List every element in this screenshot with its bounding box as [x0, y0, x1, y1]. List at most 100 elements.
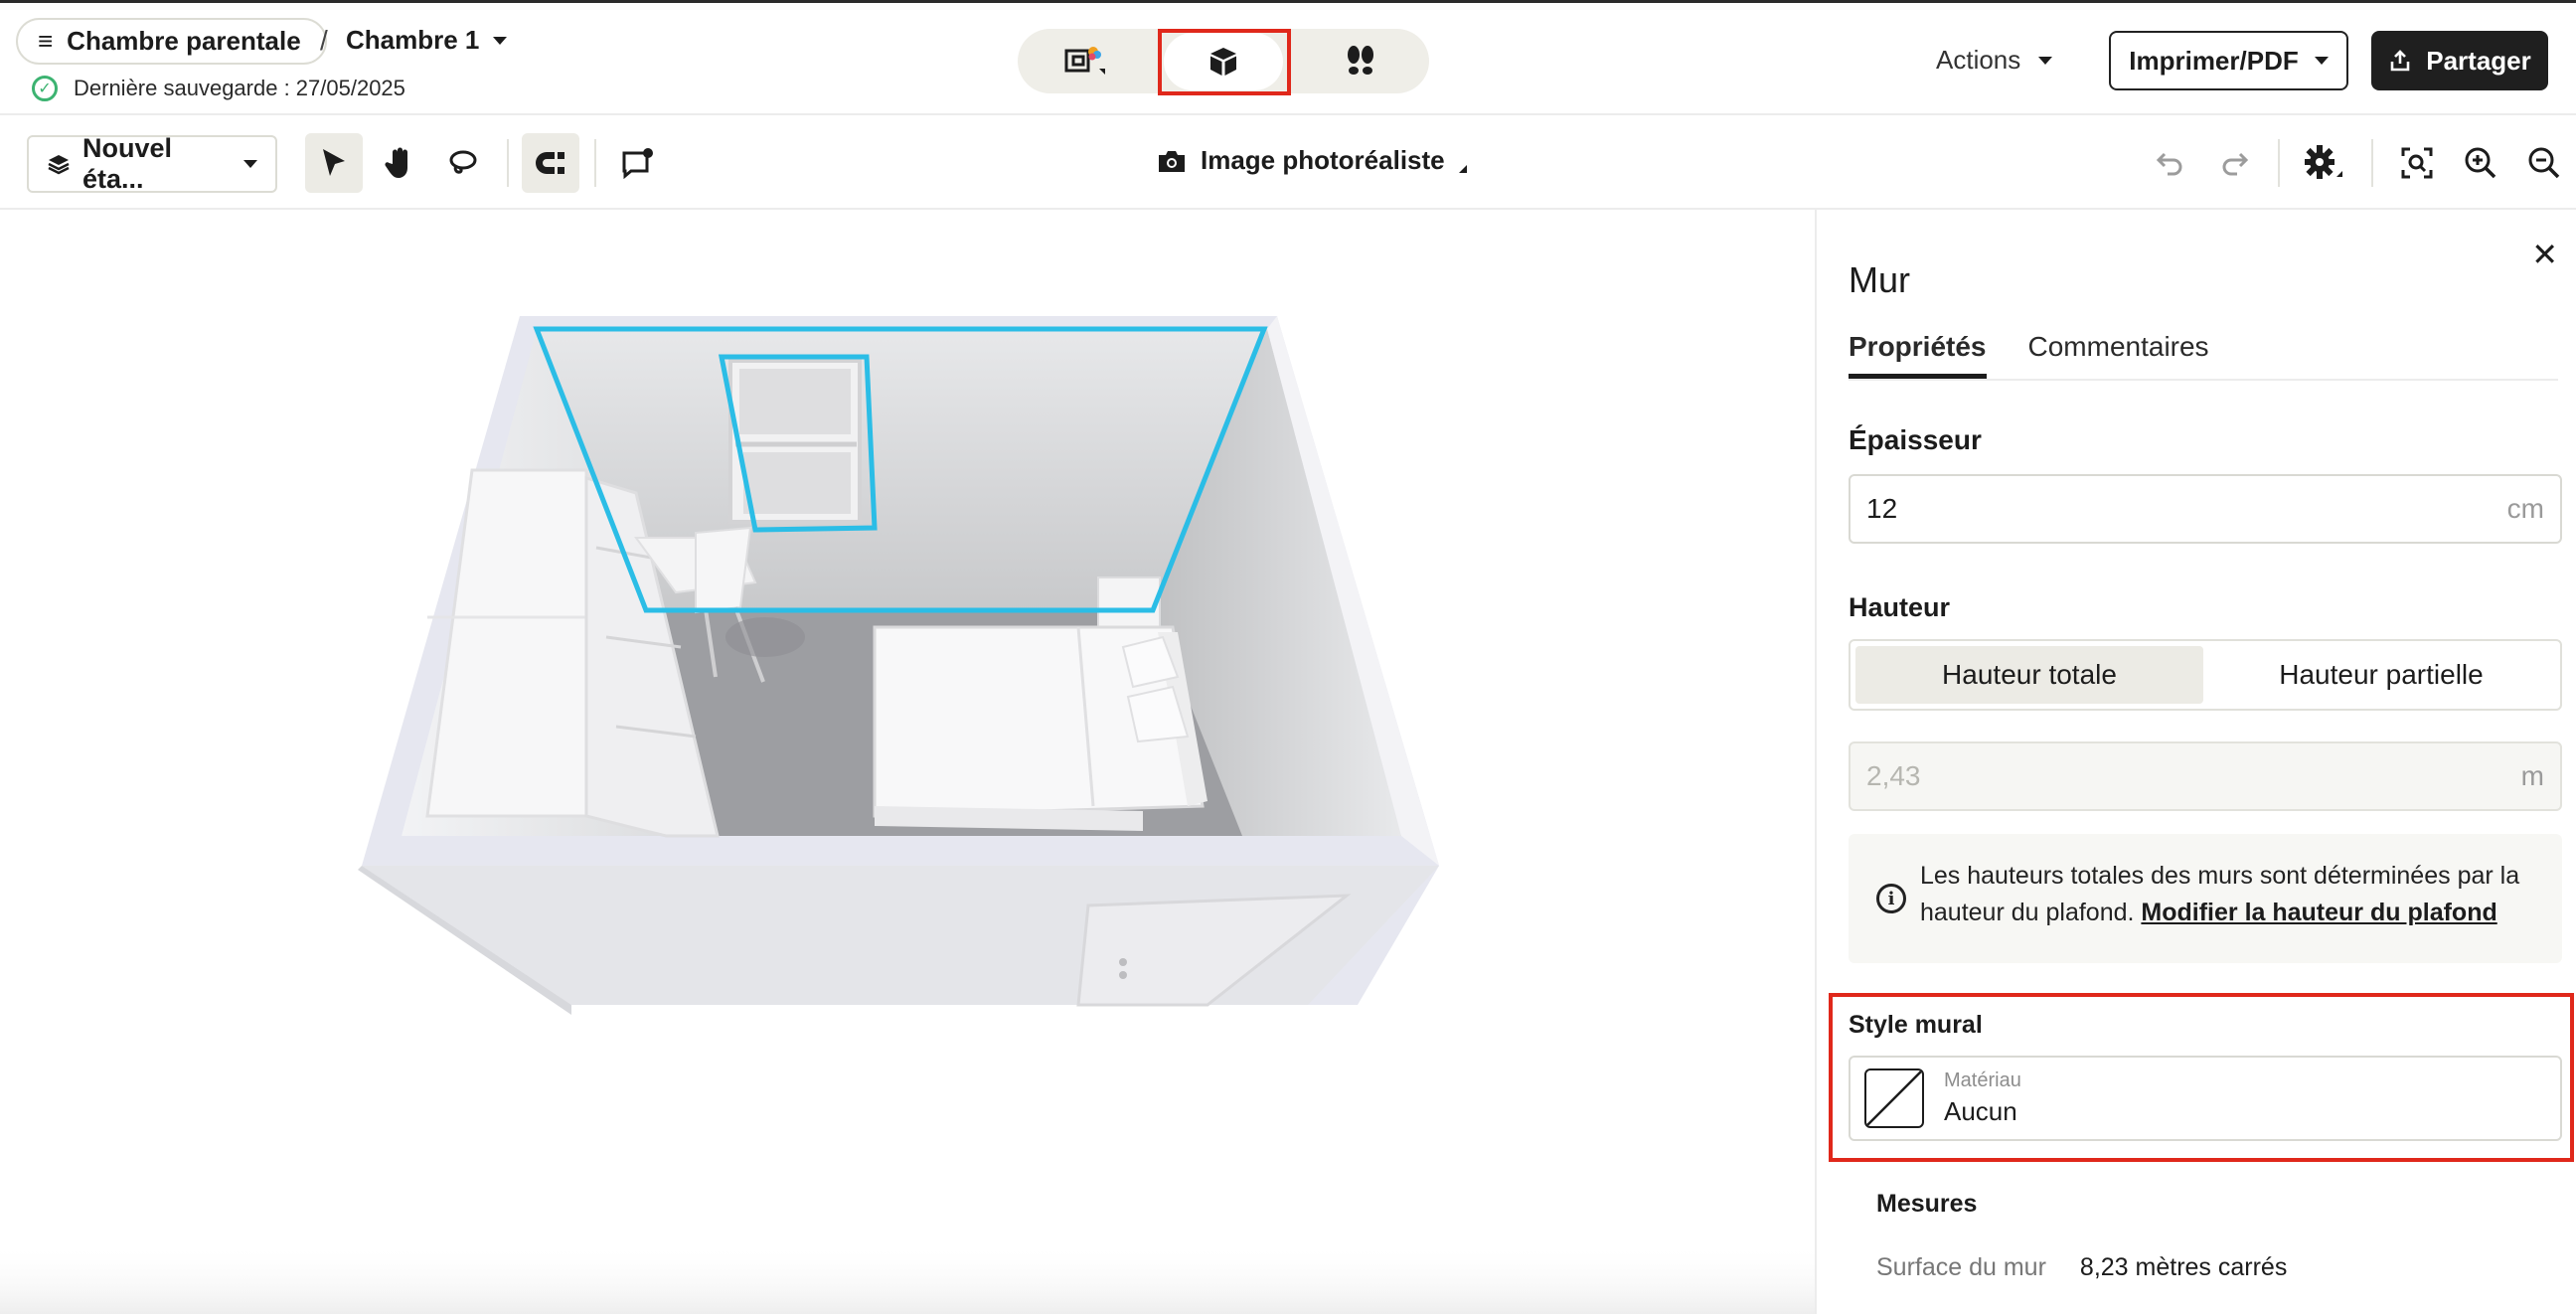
- share-label: Partager: [2426, 45, 2531, 76]
- wall-surface-label: Surface du mur: [1876, 1253, 2046, 1281]
- zoom-out-button[interactable]: [2522, 141, 2566, 185]
- material-label: Matériau: [1944, 1069, 2021, 1091]
- dropdown-corner-icon: [1458, 164, 1467, 173]
- material-picker[interactable]: Matériau Aucun: [1849, 1056, 2562, 1141]
- check-circle-icon: ✓: [32, 76, 58, 101]
- zoom-fit-icon: [2401, 147, 2433, 179]
- add-comment-button[interactable]: [609, 133, 667, 193]
- app-header: ≡ Chambre parentale / Chambre 1 ✓ Derniè…: [0, 3, 2576, 115]
- layers-icon: [48, 155, 70, 175]
- room-name: Chambre 1: [346, 25, 480, 55]
- project-name: Chambre parentale: [67, 26, 301, 56]
- magnet-icon: [536, 152, 564, 174]
- highlight-box-3d-view: [1158, 29, 1291, 95]
- chevron-down-icon: [243, 160, 257, 168]
- chair-shadow: [725, 617, 805, 657]
- 2d-plan-icon: [1064, 46, 1105, 75]
- print-label: Imprimer/PDF: [2129, 45, 2299, 76]
- comment-add-icon: [622, 148, 653, 179]
- level-selector[interactable]: Nouvel éta...: [27, 133, 277, 194]
- wardrobe: [425, 468, 588, 818]
- panel-title: Mur: [1849, 259, 1910, 300]
- thickness-label: Épaisseur: [1849, 424, 1982, 455]
- close-icon[interactable]: ✕: [2531, 236, 2558, 273]
- window-pane: [743, 452, 851, 514]
- material-value: Aucun: [1944, 1096, 2017, 1126]
- zoom-fit-button[interactable]: [2395, 141, 2439, 185]
- door-handle: [1119, 971, 1127, 979]
- edit-ceiling-height-link[interactable]: Modifier la hauteur du plafond: [2141, 899, 2496, 926]
- level-label: Nouvel éta...: [82, 133, 173, 194]
- material-text: Matériau Aucun: [1944, 1069, 2021, 1127]
- pan-tool-button[interactable]: [370, 133, 427, 193]
- wall-surface-row: Surface du mur 8,23 mètres carrés: [1876, 1253, 2287, 1282]
- wall-style-label: Style mural: [1849, 1011, 1983, 1039]
- tab-properties[interactable]: Propriétés: [1849, 331, 1987, 379]
- undo-button[interactable]: [2149, 141, 2192, 185]
- toolbar-divider: [507, 139, 509, 187]
- thickness-value: 12: [1866, 493, 1898, 524]
- redo-icon: [2222, 152, 2249, 176]
- print-pdf-button[interactable]: Imprimer/PDF: [2109, 31, 2348, 90]
- save-status-text: Dernière sauvegarde : 27/05/2025: [74, 76, 405, 100]
- height-input[interactable]: 2,43 m: [1849, 741, 2562, 811]
- room-selector[interactable]: Chambre 1: [346, 25, 508, 56]
- window-pane: [739, 369, 851, 434]
- properties-panel: ✕ Mur Propriétés Commentaires Épaisseur …: [1815, 210, 2576, 1314]
- chevron-down-icon: [493, 36, 508, 45]
- height-mode-toggle: Hauteur totale Hauteur partielle: [1849, 639, 2562, 711]
- height-label: Hauteur: [1849, 592, 1951, 622]
- chevron-down-icon: [2314, 57, 2329, 65]
- 3d-viewport[interactable]: [0, 210, 1815, 1314]
- actions-menu-button[interactable]: Actions: [1936, 45, 2053, 76]
- desk-chair: [695, 526, 752, 614]
- zoom-out-icon: [2528, 147, 2560, 179]
- redo-button[interactable]: [2212, 141, 2256, 185]
- thickness-input[interactable]: 12 cm: [1849, 474, 2562, 544]
- photorealistic-image-button[interactable]: Image photoréaliste: [1157, 145, 1467, 176]
- room-3d-render[interactable]: [0, 210, 1815, 1314]
- door-handle: [1119, 958, 1127, 966]
- chevron-down-icon: [2038, 56, 2053, 65]
- settings-button[interactable]: [2302, 141, 2345, 185]
- project-menu-button[interactable]: ≡ Chambre parentale: [16, 18, 327, 65]
- measures-title: Mesures: [1876, 1190, 1978, 1218]
- share-button[interactable]: Partager: [2371, 31, 2548, 90]
- no-material-swatch-icon: [1864, 1068, 1924, 1128]
- height-info-box: i Les hauteurs totales des murs sont dét…: [1849, 834, 2562, 963]
- view-2d-button[interactable]: [1027, 33, 1146, 90]
- wall-surface-value: 8,23 mètres carrés: [2079, 1253, 2288, 1281]
- height-value: 2,43: [1866, 760, 1921, 791]
- height-unit: m: [2520, 760, 2544, 791]
- view-walkthrough-button[interactable]: [1301, 33, 1420, 90]
- select-tool-button[interactable]: [305, 133, 363, 193]
- photo-label: Image photoréaliste: [1201, 145, 1445, 175]
- panel-tabs: Propriétés Commentaires: [1849, 331, 2558, 381]
- share-upload-icon: [2390, 50, 2410, 72]
- editor-toolbar: Nouvel éta... Image photoréaliste: [0, 115, 2576, 210]
- undo-icon: [2156, 152, 2182, 176]
- hand-icon: [385, 147, 407, 178]
- breadcrumb-separator: /: [320, 25, 328, 56]
- gear-icon: [2305, 145, 2342, 179]
- zoom-in-button[interactable]: [2459, 141, 2502, 185]
- lasso-tool-button[interactable]: [434, 133, 492, 193]
- viewport-bottom-fade: [0, 1243, 1815, 1314]
- hamburger-icon: ≡: [38, 26, 54, 56]
- height-full-option[interactable]: Hauteur totale: [1855, 646, 2203, 704]
- toolbar-divider: [594, 139, 596, 187]
- info-icon: i: [1876, 884, 1906, 913]
- magnet-snap-button[interactable]: [522, 133, 579, 193]
- cursor-arrow-icon: [323, 149, 345, 176]
- toolbar-divider: [2371, 139, 2373, 187]
- height-partial-option[interactable]: Hauteur partielle: [2207, 646, 2555, 704]
- zoom-in-icon: [2465, 147, 2496, 179]
- tab-comments[interactable]: Commentaires: [2028, 331, 2209, 379]
- thickness-unit: cm: [2506, 493, 2544, 524]
- save-status: ✓ Dernière sauvegarde : 27/05/2025: [32, 76, 405, 101]
- walkthrough-footprints-icon: [1348, 45, 1373, 75]
- camera-icon: [1159, 150, 1185, 172]
- toolbar-divider: [2278, 139, 2280, 187]
- lasso-icon: [449, 150, 477, 174]
- actions-label: Actions: [1936, 45, 2021, 75]
